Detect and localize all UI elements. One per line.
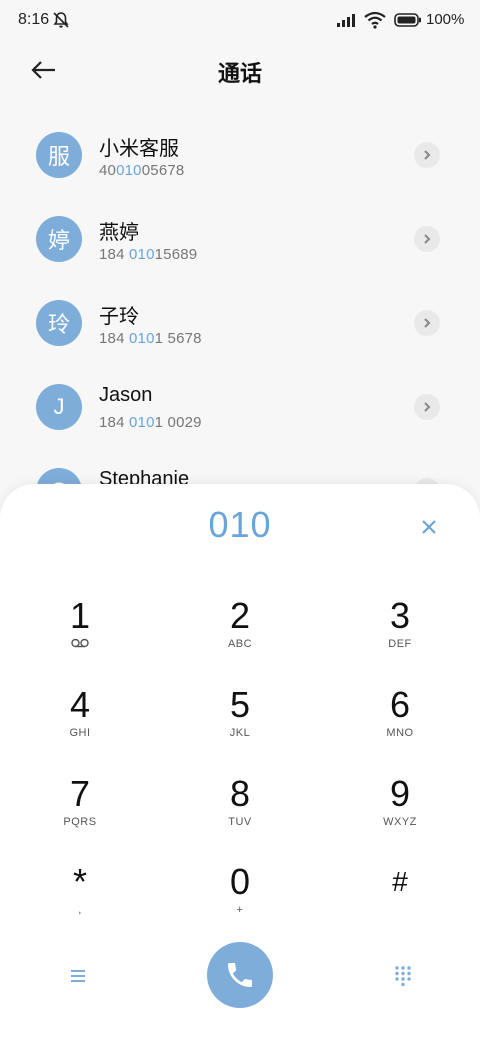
key-1[interactable]: 1 [20,596,140,676]
dialpad-toggle-button[interactable] [393,965,413,987]
contact-number: 184 0101 0029 [99,414,202,431]
key-4[interactable]: 4 GHI [20,685,140,765]
chevron-right-icon [424,234,431,244]
key-2[interactable]: 2 ABC [180,596,300,676]
contact-details-button[interactable] [414,394,440,420]
key-6[interactable]: 6 MNO [340,685,460,765]
key-5[interactable]: 5 JKL [180,685,300,765]
dialpad-sheet: 010 1 2 ABC 3 DEF 4 GHI 5 JKL 6 MNO 7 PQ… [0,484,480,1040]
key-letters: WXYZ [383,816,417,828]
avatar: 玲 [36,300,82,346]
chevron-right-icon [424,150,431,160]
contact-number: 4001005678 [99,162,185,179]
call-button[interactable] [207,942,273,1008]
contact-item[interactable]: J Jason 184 0101 0029 [0,372,480,456]
contact-number: 184 01015689 [99,246,198,263]
key-digit: 0 [229,861,251,902]
key-letters: + [236,904,244,916]
contact-name: 燕婷 [99,222,139,244]
contact-name: 小米客服 [99,138,179,160]
key-letters: TUV [228,816,252,828]
key-7[interactable]: 7 PQRS [20,774,140,854]
contact-item[interactable]: 玲 子玲 184 0101 5678 [0,288,480,372]
match-highlight: 010 [129,330,155,347]
key-letters: ABC [227,638,253,650]
key-0[interactable]: 0 + [180,862,300,942]
contact-item[interactable]: 服 小米客服 4001005678 [0,120,480,204]
dialpad-icon [395,966,411,987]
key-digit: 2 [229,595,251,636]
key-digit: 6 [389,684,411,725]
page-title: 通话 [217,61,262,86]
key-letters: PQRS [63,816,97,828]
status-time: 8:16 [18,11,50,28]
key-digit: 3 [389,595,411,636]
contact-name: Jason [99,384,153,406]
clear-button[interactable] [417,515,441,539]
chevron-right-icon [424,402,431,412]
key-3[interactable]: 3 DEF [340,596,460,676]
battery-icon [394,13,422,32]
contact-list: 服 小米客服 4001005678 婷 燕婷 184 01015689 玲 子玲… [0,120,480,540]
bell-off-icon [52,11,70,34]
key-digit: 1 [69,595,91,636]
phone-icon [228,963,252,987]
key-digit: 8 [229,773,251,814]
contact-item[interactable]: 婷 燕婷 184 01015689 [0,204,480,288]
menu-button[interactable] [66,964,90,988]
key-star[interactable]: * , [20,862,140,942]
key-9[interactable]: 9 WXYZ [340,774,460,854]
menu-icon [71,970,85,982]
key-letters: , [78,904,82,916]
battery-percentage: 100% [426,11,465,28]
key-hash[interactable]: # [340,862,460,942]
key-letters: JKL [229,727,251,739]
dialed-number: 010 [208,504,272,545]
key-digit: 9 [389,773,411,814]
contact-details-button[interactable] [414,142,440,168]
contact-details-button[interactable] [414,310,440,336]
match-highlight: 010 [116,162,142,179]
avatar: 婷 [36,216,82,262]
contact-number: 184 0101 5678 [99,330,202,347]
key-letters: DEF [388,638,412,650]
key-digit: # [392,866,408,897]
voicemail-icon [20,638,140,652]
key-digit: 7 [69,773,91,814]
wifi-icon [364,11,386,34]
contact-name: 子玲 [99,306,139,328]
header: 通话 [0,48,480,92]
signal-icon [337,13,359,32]
contact-details-button[interactable] [414,226,440,252]
key-digit: 4 [69,684,91,725]
key-8[interactable]: 8 TUV [180,774,300,854]
match-highlight: 010 [129,414,155,431]
avatar: 服 [36,132,82,178]
match-highlight: 010 [129,246,155,263]
close-icon [422,520,436,534]
avatar: J [36,384,82,430]
key-letters: MNO [386,727,414,739]
key-digit: 5 [229,684,251,725]
key-digit: * [72,861,87,902]
chevron-right-icon [424,318,431,328]
key-letters: GHI [69,727,91,739]
status-bar: 8:16 100% [0,0,480,40]
